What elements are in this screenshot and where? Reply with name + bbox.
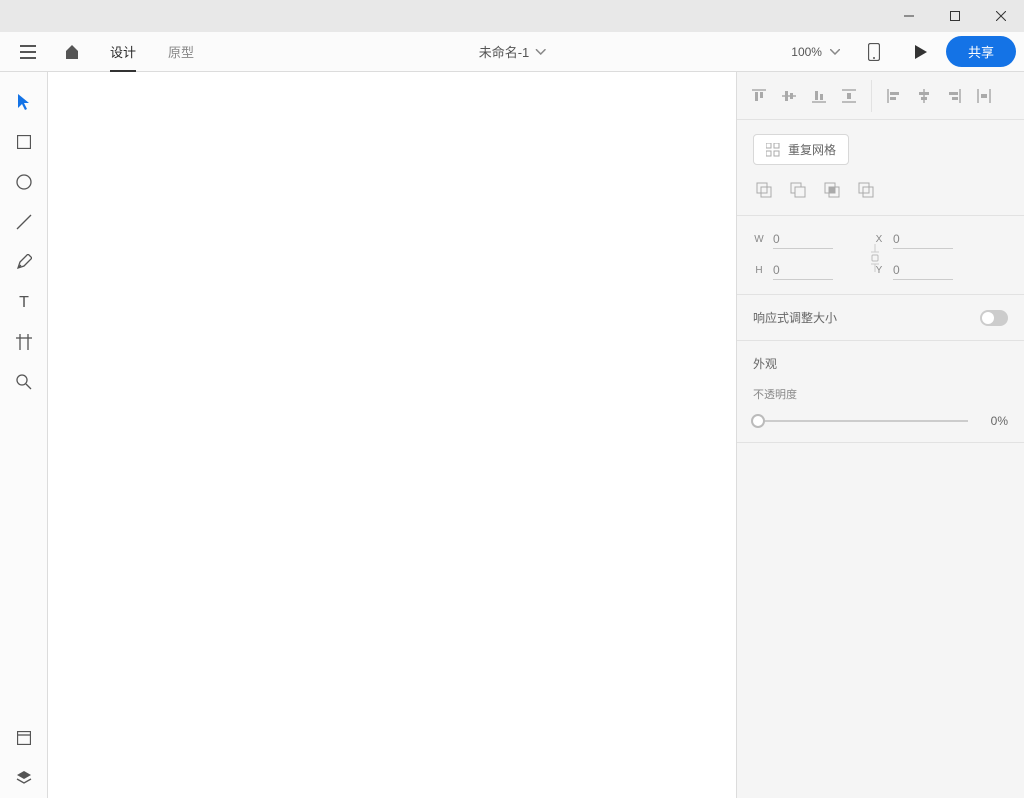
opacity-slider-thumb[interactable] xyxy=(751,414,765,428)
height-input[interactable] xyxy=(773,261,833,280)
window-title-bar xyxy=(0,0,1024,32)
select-tool[interactable] xyxy=(4,82,44,122)
document-title-dropdown[interactable]: 未命名-1 xyxy=(479,42,546,61)
select-icon xyxy=(17,94,31,110)
artboard-tool[interactable] xyxy=(4,322,44,362)
align-top-button[interactable] xyxy=(747,84,771,108)
home-icon xyxy=(64,44,80,60)
home-button[interactable] xyxy=(52,32,92,72)
repeat-grid-button[interactable]: 重复网格 xyxy=(753,134,849,165)
window-close-button[interactable] xyxy=(978,0,1024,32)
tools-sidebar: T xyxy=(0,72,48,798)
align-left-button[interactable] xyxy=(882,84,906,108)
zoom-tool[interactable] xyxy=(4,362,44,402)
grid-icon xyxy=(766,143,780,157)
minimize-icon xyxy=(904,11,914,21)
zoom-dropdown[interactable]: 100% xyxy=(783,45,848,59)
line-tool[interactable] xyxy=(4,202,44,242)
document-title-text: 未命名-1 xyxy=(479,42,530,61)
hamburger-menu-button[interactable] xyxy=(8,32,48,72)
align-right-icon xyxy=(947,89,961,103)
lock-icon xyxy=(869,244,881,272)
opacity-slider[interactable] xyxy=(753,420,968,422)
text-icon: T xyxy=(17,295,31,309)
chevron-down-icon xyxy=(535,49,545,55)
share-button[interactable]: 共享 xyxy=(946,36,1016,67)
align-top-icon xyxy=(752,89,766,103)
align-hcenter-button[interactable] xyxy=(912,84,936,108)
zoom-value: 100% xyxy=(791,45,822,59)
align-vcenter-icon xyxy=(782,89,796,103)
distribute-v-button[interactable] xyxy=(837,84,861,108)
tab-prototype[interactable]: 原型 xyxy=(154,32,208,72)
lock-aspect-button[interactable] xyxy=(869,244,881,272)
chevron-down-icon xyxy=(830,49,840,55)
width-label: W xyxy=(753,234,765,245)
distribute-v-icon xyxy=(842,89,856,103)
artboard-icon xyxy=(16,334,32,350)
boolean-subtract-icon xyxy=(790,182,806,198)
pen-tool[interactable] xyxy=(4,242,44,282)
distribute-h-icon xyxy=(977,89,991,103)
width-input[interactable] xyxy=(773,230,833,249)
boolean-exclude-button[interactable] xyxy=(855,179,877,201)
boolean-intersect-icon xyxy=(824,182,840,198)
repeat-grid-label: 重复网格 xyxy=(788,141,836,158)
appearance-header: 外观 xyxy=(753,355,1008,372)
align-bottom-icon xyxy=(812,89,826,103)
top-toolbar: 设计 原型 未命名-1 100% 共享 xyxy=(0,32,1024,72)
search-icon xyxy=(16,374,32,390)
device-preview-button[interactable] xyxy=(854,32,894,72)
properties-panel: 重复网格 W X H xyxy=(736,72,1024,798)
distribute-h-button[interactable] xyxy=(972,84,996,108)
assets-panel-button[interactable] xyxy=(4,718,44,758)
pen-icon xyxy=(16,254,32,270)
rectangle-icon xyxy=(17,135,31,149)
tab-design[interactable]: 设计 xyxy=(96,32,150,72)
svg-text:T: T xyxy=(19,295,29,309)
text-tool[interactable]: T xyxy=(4,282,44,322)
layers-icon xyxy=(16,770,32,786)
boolean-add-button[interactable] xyxy=(753,179,775,201)
align-bottom-button[interactable] xyxy=(807,84,831,108)
boolean-intersect-button[interactable] xyxy=(821,179,843,201)
mobile-icon xyxy=(868,43,880,61)
y-input[interactable] xyxy=(893,261,953,280)
responsive-resize-toggle[interactable] xyxy=(980,310,1008,326)
align-hcenter-icon xyxy=(917,89,931,103)
canvas[interactable] xyxy=(48,72,736,798)
responsive-resize-label: 响应式调整大小 xyxy=(753,309,837,326)
align-right-button[interactable] xyxy=(942,84,966,108)
layers-panel-button[interactable] xyxy=(4,758,44,798)
boolean-add-icon xyxy=(756,182,772,198)
opacity-value: 0% xyxy=(978,414,1008,428)
play-icon xyxy=(913,45,927,59)
line-icon xyxy=(16,214,32,230)
window-minimize-button[interactable] xyxy=(886,0,932,32)
play-preview-button[interactable] xyxy=(900,32,940,72)
close-icon xyxy=(996,11,1006,21)
height-label: H xyxy=(753,265,765,276)
boolean-subtract-button[interactable] xyxy=(787,179,809,201)
align-left-icon xyxy=(887,89,901,103)
ellipse-icon xyxy=(16,174,32,190)
hamburger-icon xyxy=(20,45,36,59)
opacity-label: 不透明度 xyxy=(753,386,1008,402)
align-vcenter-button[interactable] xyxy=(777,84,801,108)
x-input[interactable] xyxy=(893,230,953,249)
rectangle-tool[interactable] xyxy=(4,122,44,162)
maximize-icon xyxy=(950,11,960,21)
window-maximize-button[interactable] xyxy=(932,0,978,32)
assets-icon xyxy=(17,731,31,745)
boolean-exclude-icon xyxy=(858,182,874,198)
ellipse-tool[interactable] xyxy=(4,162,44,202)
